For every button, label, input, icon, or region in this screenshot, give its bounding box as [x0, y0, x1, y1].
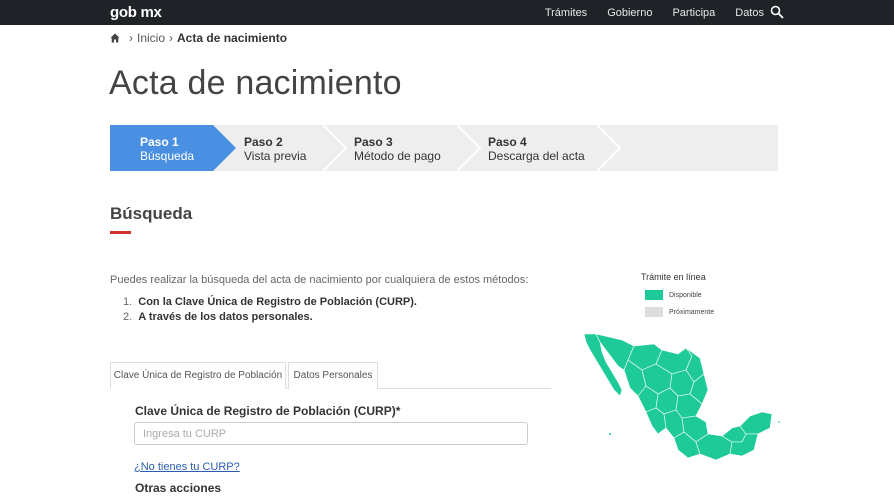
tab-curp[interactable]: Clave Única de Registro de Población: [110, 362, 286, 389]
list-item: 1. Con la Clave Única de Registro de Pob…: [123, 296, 417, 308]
intro-text: Puedes realizar la búsqueda del acta de …: [110, 274, 529, 286]
tab-datos-personales[interactable]: Datos Personales: [288, 362, 378, 389]
section-underline: [110, 231, 131, 234]
step-4: Paso 4 Descarga del acta: [488, 135, 585, 163]
breadcrumb: › Inicio › Acta de nacimiento: [110, 31, 287, 45]
brand-logo[interactable]: gob mx: [110, 4, 162, 21]
page-title: Acta de nacimiento: [109, 64, 402, 102]
nav-link-datos[interactable]: Datos: [735, 7, 764, 19]
legend-item-disponible: Disponible: [645, 290, 702, 300]
legend-swatch: [645, 307, 663, 317]
list-item: 2. A través de los datos personales.: [123, 311, 417, 323]
list-text: A través de los datos personales.: [138, 311, 313, 323]
list-number: 1.: [123, 296, 133, 308]
step-subtitle: Método de pago: [354, 149, 441, 163]
nav-link-participa[interactable]: Participa: [672, 7, 715, 19]
step-subtitle: Búsqueda: [140, 149, 195, 163]
nav-link-tramites[interactable]: Trámites: [545, 7, 587, 19]
step-subtitle: Descarga del acta: [488, 149, 585, 163]
stepper-arrows: [110, 125, 622, 171]
step-3: Paso 3 Método de pago: [354, 135, 441, 163]
step-2: Paso 2 Vista previa: [244, 135, 306, 163]
progress-stepper: Paso 1 Búsqueda Paso 2 Vista previa Paso…: [110, 125, 778, 171]
nav-link-gobierno[interactable]: Gobierno: [607, 7, 652, 19]
methods-list: 1. Con la Clave Única de Registro de Pob…: [123, 296, 417, 326]
mexico-map[interactable]: [582, 330, 782, 465]
legend-item-proximamente: Próximamente: [645, 307, 714, 317]
list-text: Con la Clave Única de Registro de Poblac…: [138, 296, 417, 308]
curp-input[interactable]: [134, 422, 528, 445]
nav-links: Trámites Gobierno Participa Datos: [525, 0, 764, 25]
no-curp-link[interactable]: ¿No tienes tu CURP?: [134, 461, 240, 473]
breadcrumb-chevron-icon: ›: [129, 31, 133, 45]
home-icon[interactable]: [110, 33, 120, 43]
other-actions-heading: Otras acciones: [135, 481, 222, 495]
breadcrumb-home-link[interactable]: Inicio: [137, 31, 165, 45]
step-subtitle: Vista previa: [244, 149, 307, 163]
step-title: Paso 3: [354, 135, 393, 149]
section-title: Búsqueda: [110, 204, 193, 223]
search-icon[interactable]: [770, 5, 784, 19]
search-tabs: Clave Única de Registro de Población Dat…: [110, 362, 551, 389]
list-number: 2.: [123, 311, 133, 323]
legend-swatch: [645, 290, 663, 300]
curp-label: Clave Única de Registro de Población (CU…: [135, 404, 401, 418]
step-1: Paso 1 Búsqueda: [140, 135, 194, 163]
legend-label: Disponible: [669, 291, 702, 299]
breadcrumb-current: Acta de nacimiento: [177, 31, 288, 45]
step-title: Paso 4: [488, 135, 527, 149]
step-title: Paso 1: [140, 135, 179, 149]
breadcrumb-chevron-icon: ›: [169, 31, 174, 45]
legend-title: Trámite en línea: [641, 272, 706, 282]
top-navbar: gob mx Trámites Gobierno Participa Datos: [0, 0, 894, 25]
legend-label: Próximamente: [669, 308, 715, 316]
step-title: Paso 2: [244, 135, 283, 149]
